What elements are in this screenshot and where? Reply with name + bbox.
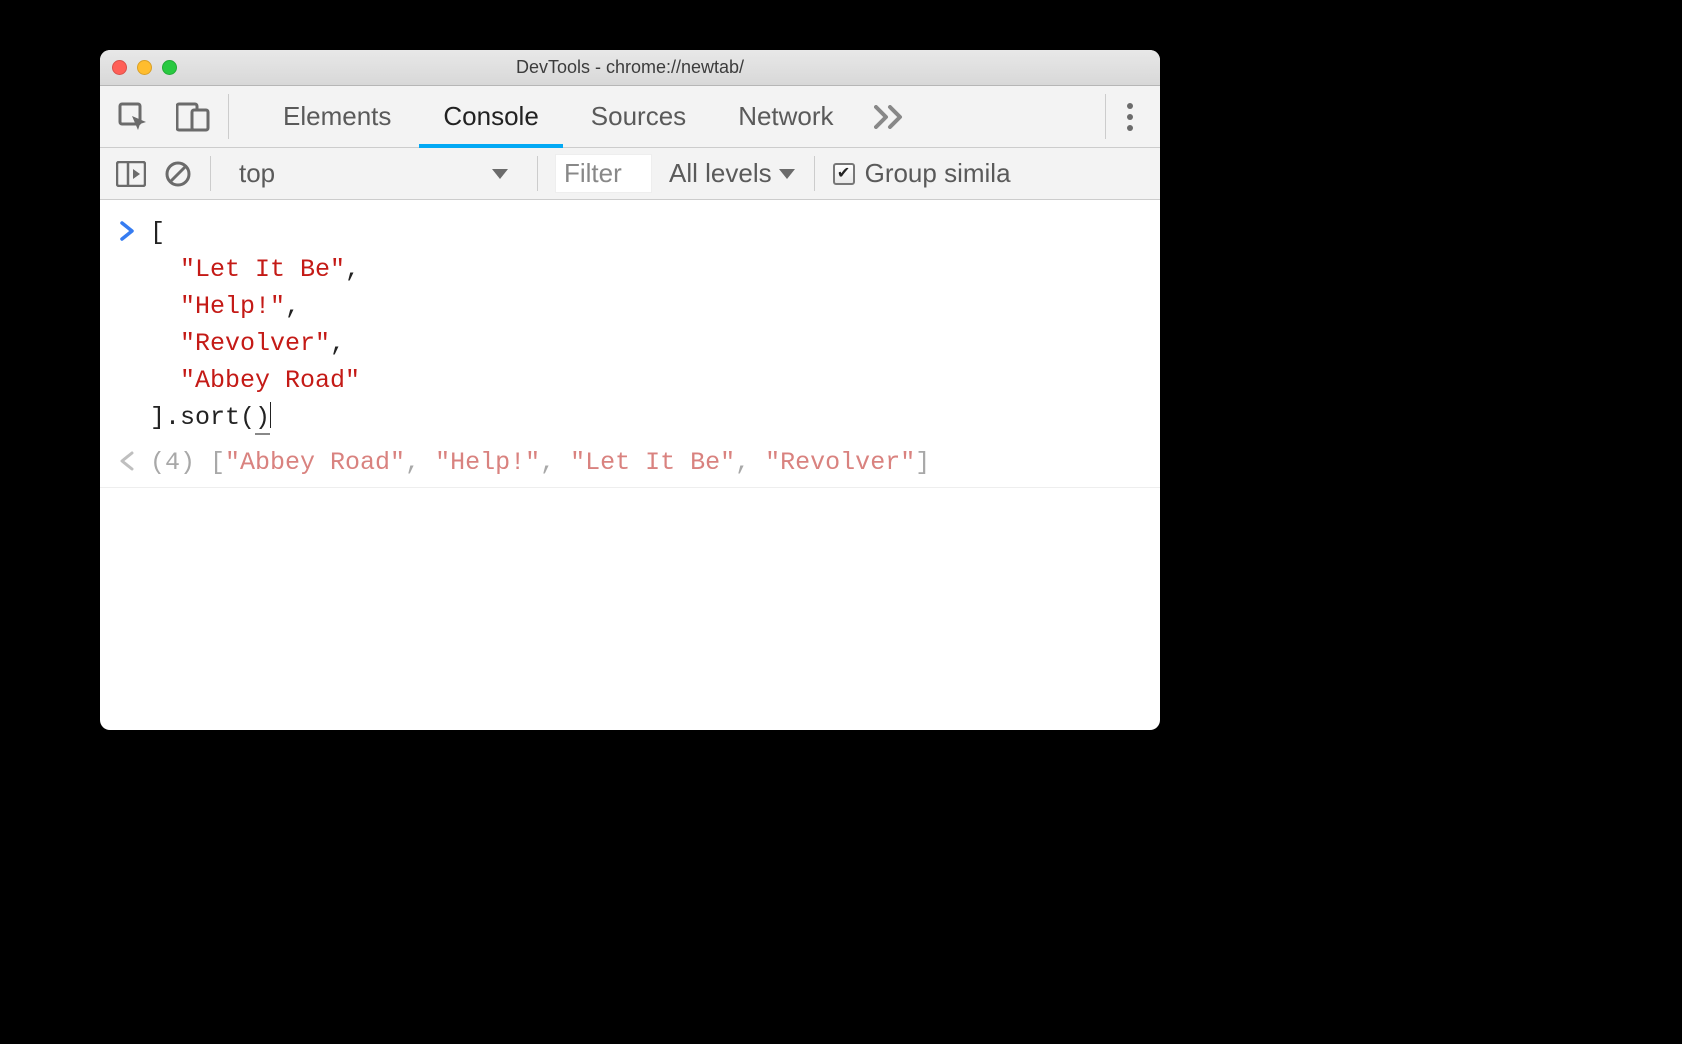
console-preview-row[interactable]: (4) ["Abbey Road", "Help!", "Let It Be",… bbox=[100, 440, 1160, 488]
code-token: , bbox=[540, 448, 570, 477]
code-token: "Help!" bbox=[180, 292, 285, 321]
tab-network[interactable]: Network bbox=[712, 86, 859, 147]
console-body: [ "Let It Be", "Help!", "Revolver", "Abb… bbox=[100, 200, 1160, 488]
devtools-window: DevTools - chrome://newtab/ Elements Con… bbox=[100, 50, 1160, 730]
code-token: ] bbox=[915, 448, 930, 477]
code-token: "Let It Be" bbox=[570, 448, 735, 477]
code-token: , bbox=[285, 292, 300, 321]
code-token: , bbox=[345, 255, 360, 284]
code-token: , bbox=[330, 329, 345, 358]
tab-label: Network bbox=[738, 101, 833, 132]
tabs-overflow-button[interactable] bbox=[860, 86, 918, 147]
show-console-sidebar-icon[interactable] bbox=[116, 161, 146, 187]
code-token: [ bbox=[150, 218, 165, 247]
zoom-window-button[interactable] bbox=[162, 60, 177, 75]
code-token: ] bbox=[150, 403, 165, 432]
group-similar-checkbox[interactable]: ✔ Group simila bbox=[833, 158, 1011, 189]
checkbox-icon: ✔ bbox=[833, 163, 855, 185]
log-level-selector[interactable]: All levels bbox=[669, 158, 796, 189]
code-token: ) bbox=[255, 403, 270, 435]
divider bbox=[210, 156, 211, 191]
code-token: "Revolver" bbox=[180, 329, 330, 358]
chevron-double-right-icon bbox=[874, 105, 904, 129]
tab-elements[interactable]: Elements bbox=[257, 86, 417, 147]
kebab-menu-icon[interactable] bbox=[1118, 102, 1142, 132]
code-token: [ bbox=[210, 448, 225, 477]
context-selector-label: top bbox=[239, 158, 275, 189]
console-input-row[interactable]: [ "Let It Be", "Help!", "Revolver", "Abb… bbox=[100, 210, 1160, 440]
console-preview-content: (4) ["Abbey Road", "Help!", "Let It Be",… bbox=[150, 444, 1160, 481]
code-token: , bbox=[405, 448, 435, 477]
code-token: "Revolver" bbox=[765, 448, 915, 477]
tab-console[interactable]: Console bbox=[417, 86, 564, 147]
clear-console-icon[interactable] bbox=[164, 160, 192, 188]
tab-label: Sources bbox=[591, 101, 686, 132]
console-input-content[interactable]: [ "Let It Be", "Help!", "Revolver", "Abb… bbox=[150, 214, 1160, 436]
code-token: "Let It Be" bbox=[180, 255, 345, 284]
code-token: (4) bbox=[150, 448, 210, 477]
titlebar: DevTools - chrome://newtab/ bbox=[100, 50, 1160, 86]
log-level-label: All levels bbox=[669, 158, 772, 189]
code-token: .sort( bbox=[165, 403, 255, 432]
code-token: "Abbey Road" bbox=[180, 366, 360, 395]
device-toolbar-icon[interactable] bbox=[176, 102, 210, 132]
group-similar-label: Group simila bbox=[865, 158, 1011, 189]
traffic-lights bbox=[112, 60, 177, 75]
filter-input[interactable] bbox=[556, 155, 651, 192]
triangle-down-icon bbox=[778, 168, 796, 180]
inspect-element-icon[interactable] bbox=[118, 102, 148, 132]
tabs: Elements Console Sources Network bbox=[229, 86, 918, 147]
divider bbox=[814, 156, 815, 191]
text-cursor bbox=[270, 402, 271, 428]
window-title: DevTools - chrome://newtab/ bbox=[516, 57, 744, 78]
devtools-tabbar: Elements Console Sources Network bbox=[100, 86, 1160, 148]
close-window-button[interactable] bbox=[112, 60, 127, 75]
preview-chevron-icon bbox=[120, 446, 134, 483]
triangle-down-icon bbox=[491, 168, 509, 180]
tab-label: Elements bbox=[283, 101, 391, 132]
minimize-window-button[interactable] bbox=[137, 60, 152, 75]
prompt-chevron-icon bbox=[120, 216, 134, 253]
context-selector[interactable]: top bbox=[229, 154, 519, 193]
tab-sources[interactable]: Sources bbox=[565, 86, 712, 147]
code-token: "Help!" bbox=[435, 448, 540, 477]
code-token: , bbox=[735, 448, 765, 477]
code-token: "Abbey Road" bbox=[225, 448, 405, 477]
tab-label: Console bbox=[443, 101, 538, 132]
divider bbox=[537, 156, 538, 191]
console-toolbar: top All levels ✔ Group simila bbox=[100, 148, 1160, 200]
divider bbox=[1105, 94, 1106, 139]
